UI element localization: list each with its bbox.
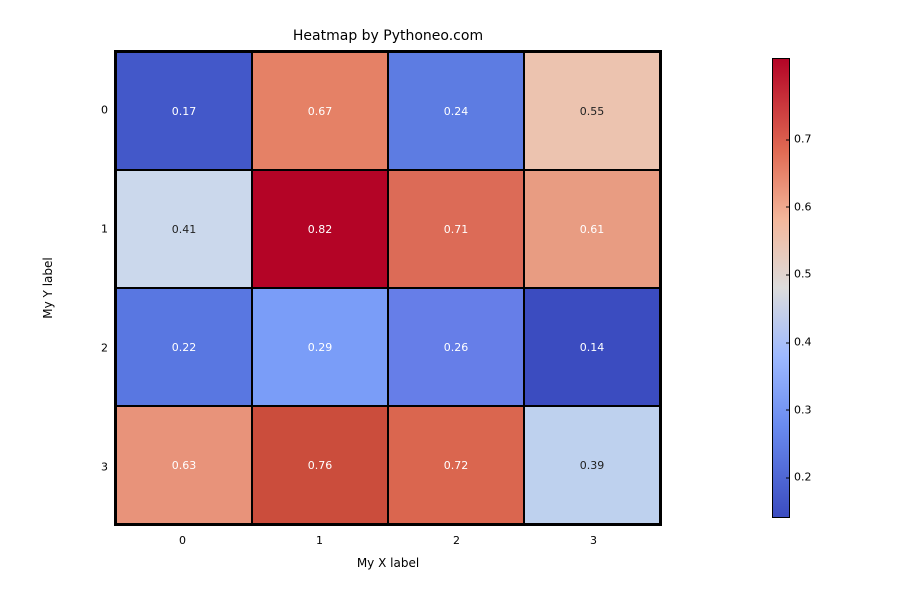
heatmap-cell: 0.55 — [524, 52, 660, 170]
chart-title: Heatmap by Pythoneo.com — [114, 28, 662, 44]
y-axis-ticks: 0 1 2 3 — [94, 50, 112, 526]
heatmap-cell: 0.67 — [252, 52, 388, 170]
heatmap-cell: 0.14 — [524, 288, 660, 406]
x-tick-3: 3 — [590, 534, 597, 547]
figure: Heatmap by Pythoneo.com My Y label My X … — [0, 0, 900, 600]
y-tick-2: 2 — [101, 341, 108, 354]
heatmap-cell: 0.71 — [388, 170, 524, 288]
heatmap-cell: 0.29 — [252, 288, 388, 406]
heatmap-cell: 0.41 — [116, 170, 252, 288]
colorbar-tick: 0.6 — [794, 200, 812, 213]
heatmap-cell: 0.61 — [524, 170, 660, 288]
colorbar-tick: 0.7 — [794, 133, 812, 146]
heatmap-cell: 0.24 — [388, 52, 524, 170]
heatmap-cell: 0.17 — [116, 52, 252, 170]
heatmap-cell: 0.63 — [116, 406, 252, 524]
heatmap-cell: 0.22 — [116, 288, 252, 406]
heatmap-cell: 0.26 — [388, 288, 524, 406]
x-tick-1: 1 — [316, 534, 323, 547]
y-tick-3: 3 — [101, 460, 108, 473]
colorbar — [772, 58, 790, 518]
heatmap-grid: 0.170.670.240.55 0.410.820.710.61 0.220.29… — [116, 52, 660, 524]
colorbar-ticks: 0.2 0.3 0.4 0.5 0.6 0.7 — [794, 58, 830, 518]
heatmap-cell: 0.76 — [252, 406, 388, 524]
heatmap-cell: 0.82 — [252, 170, 388, 288]
heatmap-cell: 0.72 — [388, 406, 524, 524]
colorbar-tick: 0.3 — [794, 403, 812, 416]
heatmap-cell: 0.39 — [524, 406, 660, 524]
y-tick-0: 0 — [101, 103, 108, 116]
heatmap-axes: 0.170.670.240.55 0.410.820.710.61 0.220.29… — [114, 50, 662, 526]
x-axis-ticks: 0 1 2 3 — [114, 530, 662, 548]
x-tick-0: 0 — [179, 534, 186, 547]
x-axis-label: My X label — [114, 556, 662, 570]
y-axis-label: My Y label — [41, 257, 55, 318]
colorbar-tick: 0.5 — [794, 268, 812, 281]
y-tick-1: 1 — [101, 222, 108, 235]
colorbar-tick: 0.2 — [794, 471, 812, 484]
colorbar-tick: 0.4 — [794, 336, 812, 349]
x-tick-2: 2 — [453, 534, 460, 547]
